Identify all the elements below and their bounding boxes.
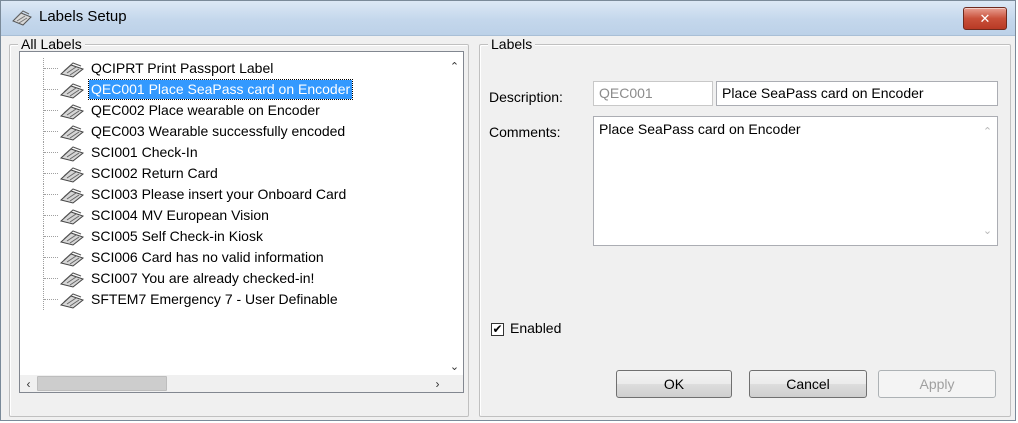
tree-item-label: QEC002 Place wearable on Encoder xyxy=(91,102,320,118)
comments-text: Place SeaPass card on Encoder xyxy=(599,121,801,137)
labels-legend: Labels xyxy=(488,36,536,52)
comments-label: Comments: xyxy=(489,124,561,140)
tree-item[interactable]: QCIPRT Print Passport Label xyxy=(20,58,440,79)
tree-connector-line xyxy=(44,110,58,111)
ok-button[interactable]: OK xyxy=(616,370,732,398)
tree-item-label: SCI002 Return Card xyxy=(91,165,218,181)
label-printer-icon xyxy=(59,62,85,78)
tree-item[interactable]: QEC003 Wearable successfully encoded xyxy=(20,121,440,142)
tree-connector-line xyxy=(44,152,58,153)
tree-connector-line xyxy=(44,68,58,69)
close-button[interactable]: ✕ xyxy=(963,7,1007,30)
horizontal-scroll-thumb[interactable] xyxy=(37,376,167,391)
tree-item-label: SCI006 Card has no valid information xyxy=(91,249,324,265)
label-printer-icon xyxy=(12,10,32,26)
tree-item[interactable]: SCI007 You are already checked-in! xyxy=(20,268,440,289)
label-printer-icon xyxy=(59,251,85,267)
label-printer-icon xyxy=(59,272,85,288)
tree-connector-line xyxy=(44,236,58,237)
tree-item[interactable]: SCI002 Return Card xyxy=(20,163,440,184)
tree-item[interactable]: SCI006 Card has no valid information xyxy=(20,247,440,268)
window-title: Labels Setup xyxy=(39,8,127,25)
tree-item[interactable]: SCI003 Please insert your Onboard Card xyxy=(20,184,440,205)
labels-tree-items: QCIPRT Print Passport Label QEC001 Place … xyxy=(20,52,446,375)
dialog-content: All Labels QCIPRT Print Passport Label QE… xyxy=(9,36,1011,417)
tree-connector-line xyxy=(44,257,58,258)
enabled-label: Enabled xyxy=(510,320,562,336)
tree-item[interactable]: SCI005 Self Check-in Kiosk xyxy=(20,226,440,247)
scroll-up-icon[interactable]: ⌃ xyxy=(979,123,996,140)
comments-textarea[interactable]: Place SeaPass card on Encoder ⌃ ⌄ xyxy=(593,116,998,246)
tree-connector-line xyxy=(44,299,58,300)
description-label: Description: xyxy=(489,89,563,105)
tree-connector-line xyxy=(44,131,58,132)
scroll-corner xyxy=(446,375,463,392)
tree-item-label: QCIPRT Print Passport Label xyxy=(91,60,274,76)
tree-item-label: SCI004 MV European Vision xyxy=(91,207,269,223)
scroll-down-icon[interactable]: ⌄ xyxy=(446,358,463,375)
tree-item-label: SCI007 You are already checked-in! xyxy=(91,270,315,286)
labels-setup-window: Labels Setup ✕ All Labels QCIPRT Print P… xyxy=(0,0,1016,421)
label-printer-icon xyxy=(59,293,85,309)
all-labels-legend: All Labels xyxy=(18,36,85,52)
close-icon: ✕ xyxy=(979,10,991,26)
horizontal-scrollbar[interactable]: ‹ › xyxy=(20,375,446,392)
scroll-up-icon[interactable]: ⌃ xyxy=(446,58,463,75)
tree-item[interactable]: SCI004 MV European Vision xyxy=(20,205,440,226)
tree-connector-line xyxy=(44,278,58,279)
tree-item-label: SFTEM7 Emergency 7 - User Definable xyxy=(91,291,338,307)
cancel-button[interactable]: Cancel xyxy=(749,370,867,398)
scroll-right-icon[interactable]: › xyxy=(429,375,446,392)
apply-button: Apply xyxy=(878,370,996,398)
label-printer-icon xyxy=(59,125,85,141)
tree-item-label: SCI001 Check-In xyxy=(91,144,198,160)
description-text-field[interactable]: Place SeaPass card on Encoder xyxy=(716,81,998,106)
tree-item[interactable]: SFTEM7 Emergency 7 - User Definable xyxy=(20,289,440,310)
description-code-field: QEC001 xyxy=(593,81,713,106)
tree-item[interactable]: QEC001 Place SeaPass card on Encoder xyxy=(20,79,440,100)
tree-connector-line xyxy=(44,194,58,195)
tree-item-label: SCI005 Self Check-in Kiosk xyxy=(91,228,263,244)
vertical-scrollbar[interactable]: ⌃ ⌄ xyxy=(446,52,463,375)
tree-item[interactable]: SCI001 Check-In xyxy=(20,142,440,163)
tree-item-label: QEC003 Wearable successfully encoded xyxy=(91,123,346,139)
label-printer-icon xyxy=(59,83,85,99)
label-printer-icon xyxy=(59,146,85,162)
tree-item-label: QEC001 Place SeaPass card on Encoder xyxy=(87,79,354,100)
label-printer-icon xyxy=(59,167,85,183)
comments-scrollbar[interactable]: ⌃ ⌄ xyxy=(979,118,996,244)
tree-item[interactable]: QEC002 Place wearable on Encoder xyxy=(20,100,440,121)
label-printer-icon xyxy=(59,188,85,204)
label-printer-icon xyxy=(59,209,85,225)
tree-connector-line xyxy=(44,173,58,174)
label-printer-icon xyxy=(59,230,85,246)
labels-tree[interactable]: QCIPRT Print Passport Label QEC001 Place … xyxy=(19,51,464,393)
label-printer-icon xyxy=(59,104,85,120)
tree-connector-line xyxy=(44,215,58,216)
title-bar[interactable]: Labels Setup ✕ xyxy=(1,1,1015,36)
scroll-down-icon[interactable]: ⌄ xyxy=(979,222,996,239)
scroll-left-icon[interactable]: ‹ xyxy=(20,375,37,392)
enabled-checkbox[interactable]: ✔ xyxy=(491,323,504,336)
checkmark-icon: ✔ xyxy=(492,322,503,336)
tree-item-label: SCI003 Please insert your Onboard Card xyxy=(91,186,347,202)
tree-connector-line xyxy=(44,89,58,90)
